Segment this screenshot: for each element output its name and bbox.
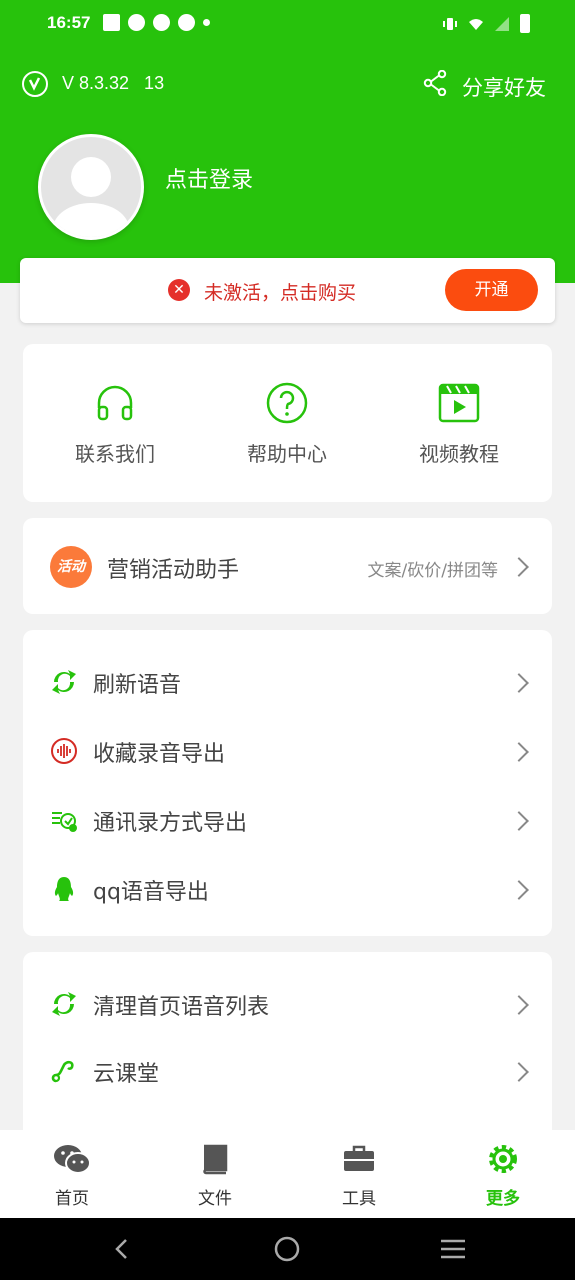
nav-label: 工具: [342, 1189, 376, 1209]
refresh-icon: [52, 670, 76, 694]
app-notification-icon: [128, 14, 145, 31]
chevron-right-icon: [509, 1062, 529, 1082]
chevron-right-icon: [509, 742, 529, 762]
nav-label: 首页: [55, 1189, 89, 1209]
activation-banner[interactable]: ✕ 未激活，点击购买 开通: [20, 258, 555, 323]
chevron-right-icon: [509, 673, 529, 693]
login-link[interactable]: 点击登录: [165, 162, 253, 194]
gear-icon: [489, 1145, 517, 1173]
system-navigation-bar: [0, 1218, 575, 1280]
menu-label: 云课堂: [93, 1062, 160, 1087]
status-time: 16:57: [47, 13, 91, 32]
version-text: V 8.3.32 13: [62, 73, 165, 93]
help-center-label: 帮助中心: [247, 442, 327, 466]
bottom-navigation: 首页 文件 工具 更多: [0, 1130, 575, 1218]
menu-label: 收藏录音导出: [93, 742, 226, 767]
video-tutorial-label: 视频教程: [419, 442, 499, 466]
activity-badge-icon: 活动: [50, 546, 92, 588]
video-tutorial-button[interactable]: 视频教程: [373, 382, 545, 467]
wifi-icon: [469, 18, 483, 30]
avatar[interactable]: [38, 134, 144, 240]
menu-item-refresh-voice[interactable]: 刷新语音: [23, 647, 552, 715]
mail-icon: [103, 14, 120, 31]
share-button[interactable]: 分享好友: [462, 72, 546, 102]
promo-title: 营销活动助手: [107, 558, 240, 583]
nav-label: 更多: [486, 1189, 520, 1209]
battery-icon: [520, 14, 530, 33]
error-icon: ✕: [168, 279, 190, 301]
toolbox-icon: [344, 1145, 374, 1171]
nav-home[interactable]: 首页: [22, 1142, 122, 1209]
help-icon: [266, 382, 308, 424]
chevron-right-icon: [509, 811, 529, 831]
menu-item-cloud-classroom[interactable]: 云课堂: [23, 1036, 552, 1104]
activate-button[interactable]: 开通: [445, 269, 538, 311]
chevron-right-icon: [509, 557, 529, 577]
wechat-icon: [54, 1145, 91, 1174]
more-notifications-dot-icon: [203, 19, 210, 26]
system-icons: [442, 14, 530, 33]
qq-penguin-icon: [54, 877, 74, 901]
activation-message: 未激活，点击购买: [204, 282, 357, 304]
menu-item-favorite-export[interactable]: 收藏录音导出: [23, 716, 552, 784]
status-bar: 16:57: [0, 0, 575, 48]
link-icon: [51, 1060, 74, 1083]
menu-label: 清理首页语音列表: [93, 995, 270, 1020]
contacts-export-icon: [52, 812, 77, 832]
share-icon[interactable]: [423, 70, 447, 96]
menu-label: qq语音导出: [93, 880, 209, 905]
version-logo-icon: [22, 71, 48, 97]
nav-files[interactable]: 文件: [165, 1142, 265, 1209]
refresh-icon: [52, 992, 76, 1016]
contact-us-label: 联系我们: [75, 442, 155, 466]
menu-label: 通讯录方式导出: [93, 811, 248, 836]
settings-menu-card: 清理首页语音列表 云课堂: [23, 952, 552, 1152]
menu-label: 刷新语音: [93, 673, 182, 698]
quick-actions-card: 联系我们 帮助中心 视频教程: [23, 344, 552, 502]
top-bar: V 8.3.32 13 分享好友: [0, 62, 575, 106]
nav-label: 文件: [198, 1189, 232, 1209]
vibrate-icon: [443, 17, 457, 30]
app-notification-icon: [178, 14, 195, 31]
menu-item-clear-voice-list[interactable]: 清理首页语音列表: [23, 969, 552, 1037]
video-icon: [438, 383, 480, 423]
menu-item-contacts-export[interactable]: 通讯录方式导出: [23, 785, 552, 853]
menu-item-qq-export[interactable]: qq语音导出: [23, 854, 552, 922]
home-icon[interactable]: [274, 1236, 300, 1262]
back-icon[interactable]: [110, 1237, 134, 1261]
help-center-button[interactable]: 帮助中心: [201, 382, 373, 467]
export-menu-card: 刷新语音 收藏录音导出 通讯录方式导出 qq语音导出: [23, 630, 552, 936]
promo-subtitle: 文案/砍价/拼团等: [367, 561, 498, 581]
audio-wave-icon: [51, 738, 77, 764]
signal-icon: [495, 16, 509, 31]
nav-tools[interactable]: 工具: [309, 1142, 409, 1209]
contact-us-button[interactable]: 联系我们: [29, 382, 201, 467]
chevron-right-icon: [509, 880, 529, 900]
headset-icon: [97, 385, 133, 421]
recents-menu-icon[interactable]: [440, 1238, 466, 1260]
app-notification-icon: [153, 14, 170, 31]
chevron-right-icon: [509, 995, 529, 1015]
book-icon: [203, 1144, 228, 1175]
nav-more[interactable]: 更多: [453, 1142, 553, 1209]
marketing-assistant-row[interactable]: 活动 营销活动助手 文案/砍价/拼团等: [23, 518, 552, 614]
notification-icons: [103, 14, 210, 31]
